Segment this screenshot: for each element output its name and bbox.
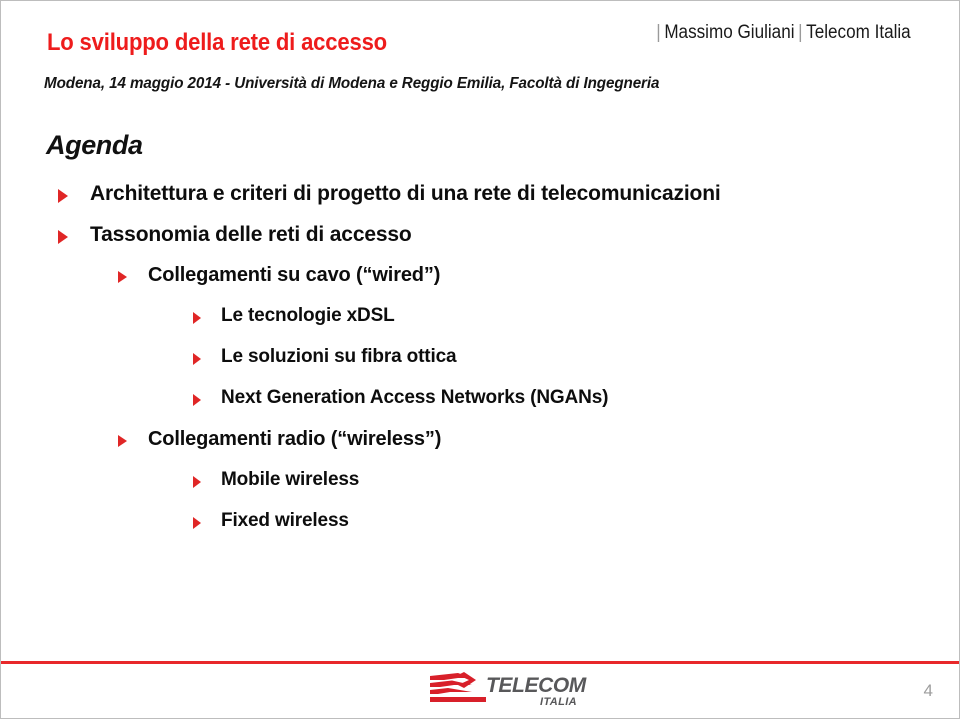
telecom-italia-logo: TELECOM ITALIA (428, 670, 588, 710)
triangle-bullet-icon (193, 353, 201, 365)
list-item: Collegamenti su cavo (“wired”) (1, 264, 959, 305)
triangle-bullet-icon (193, 476, 201, 488)
byline-separator-1: | (656, 22, 662, 43)
footer-divider (1, 661, 959, 664)
slide-canvas: Lo sviluppo della rete di accesso | Massi… (0, 0, 960, 719)
triangle-bullet-icon (58, 230, 68, 244)
logo-wordmark-primary: TELECOM (486, 674, 587, 697)
list-item-label: Fixed wireless (221, 510, 349, 531)
list-item-label: Tassonomia delle reti di accesso (90, 223, 412, 246)
event-line: Modena, 14 maggio 2014 - Università di M… (44, 75, 660, 92)
list-item-label: Le soluzioni su fibra ottica (221, 346, 457, 367)
byline-separator-2: | (798, 22, 803, 43)
list-item-label: Next Generation Access Networks (NGANs) (221, 387, 609, 408)
list-item: Tassonomia delle reti di accesso (1, 223, 959, 264)
list-item-label: Mobile wireless (221, 469, 360, 490)
list-item-label: Le tecnologie xDSL (221, 305, 395, 326)
list-item: Next Generation Access Networks (NGANs) (1, 387, 959, 428)
triangle-bullet-icon (118, 271, 127, 283)
byline-company: Telecom Italia (806, 22, 911, 43)
deck-title: Lo sviluppo della rete di accesso (47, 29, 387, 56)
list-item: Architettura e criteri di progetto di un… (1, 182, 959, 223)
list-item: Le tecnologie xDSL (1, 305, 959, 346)
list-item: Mobile wireless (1, 469, 959, 510)
logo-wordmark-secondary: ITALIA (540, 696, 577, 708)
list-item-label: Architettura e criteri di progetto di un… (90, 182, 721, 205)
triangle-bullet-icon (193, 312, 201, 324)
list-item: Fixed wireless (1, 510, 959, 551)
page-title: Agenda (46, 130, 143, 160)
list-item-label: Collegamenti su cavo (“wired”) (148, 264, 441, 286)
list-item: Le soluzioni su fibra ottica (1, 346, 959, 387)
triangle-bullet-icon (58, 189, 68, 203)
slide-header: Lo sviluppo della rete di accesso | Massi… (1, 1, 959, 109)
triangle-bullet-icon (118, 435, 127, 447)
triangle-bullet-icon (193, 394, 201, 406)
list-item-label: Collegamenti radio (“wireless”) (148, 428, 442, 450)
byline: | Massimo Giuliani | Telecom Italia (653, 22, 911, 44)
list-item: Collegamenti radio (“wireless”) (1, 428, 959, 469)
page-number: 4 (923, 681, 933, 700)
byline-author: Massimo Giuliani (664, 22, 795, 43)
agenda-list: Architettura e criteri di progetto di un… (1, 182, 959, 551)
triangle-bullet-icon (193, 517, 201, 529)
